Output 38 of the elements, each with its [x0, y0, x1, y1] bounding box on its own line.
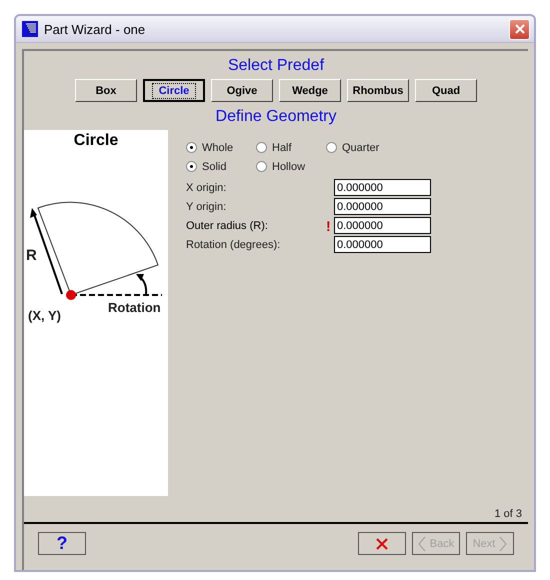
rotation-arrow — [136, 274, 148, 294]
radio-option[interactable]: Whole — [186, 142, 256, 154]
shape-button[interactable]: Circle — [143, 79, 205, 102]
rotation-label: Rotation — [108, 300, 161, 315]
field-label: Outer radius (R): — [186, 220, 269, 232]
radio-option[interactable]: Solid — [186, 160, 256, 172]
close-button[interactable] — [509, 18, 530, 40]
window-title: Part Wizard - one — [44, 22, 146, 36]
input-field[interactable]: 0.000000 — [334, 179, 431, 196]
page-counter: 1 of 3 — [494, 508, 522, 520]
section-title: Select Predef — [228, 56, 324, 76]
field-label: Y origin: — [186, 200, 228, 212]
close-icon — [514, 24, 524, 34]
origin-label: (X, Y) — [28, 308, 61, 323]
input-field[interactable]: 0.000000 — [334, 198, 431, 215]
shape-button[interactable]: Quad — [415, 79, 477, 102]
preview-title: Circle — [74, 131, 118, 150]
field-label: Rotation (degrees): — [186, 238, 282, 250]
radio-option[interactable]: Half — [256, 142, 326, 154]
origin-dot — [66, 290, 76, 300]
radio-option[interactable]: Quarter — [326, 142, 396, 154]
radius-label: R — [26, 247, 37, 264]
shape-button[interactable]: Wedge — [279, 79, 341, 102]
shape-button[interactable]: Rhombus — [347, 79, 409, 102]
shape-button[interactable]: Ogive — [211, 79, 273, 102]
close-icon — [376, 538, 388, 550]
input-field[interactable]: 0.000000 — [334, 217, 431, 234]
radio-option[interactable]: Hollow — [256, 160, 326, 172]
input-field[interactable]: 0.000000 — [334, 236, 431, 253]
warning-mark: ! — [326, 218, 332, 234]
shape-button[interactable]: Box — [75, 79, 137, 102]
cancel-button[interactable] — [358, 532, 406, 555]
field-label: X origin: — [186, 182, 228, 194]
chevron-right-icon — [499, 536, 508, 552]
chevron-left-icon — [418, 536, 426, 552]
app-icon — [22, 21, 38, 37]
section-title: Define Geometry — [216, 107, 336, 127]
help-button[interactable]: ? — [38, 532, 86, 555]
